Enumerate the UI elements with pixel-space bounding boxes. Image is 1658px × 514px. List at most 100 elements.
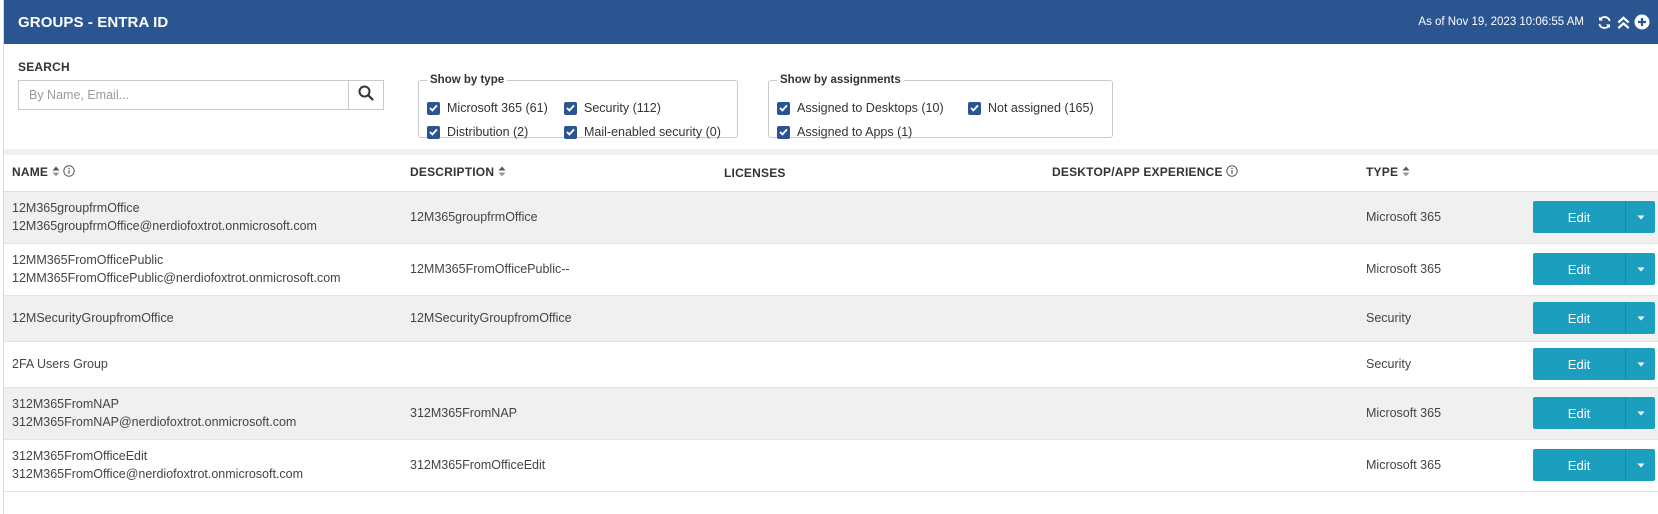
type-cell: Microsoft 365 [1358,387,1518,440]
actions-cell: Edit [1518,439,1658,492]
filter-bar: SEARCH Show by type Microsoft 365 (61) S… [4,44,1658,149]
table-row[interactable]: 12MSecurityGroupfromOffice 12MSecurityGr… [4,295,1658,342]
name-cell: 12M365groupfrmOffice 12M365groupfrmOffice… [4,191,402,244]
checkbox-checked-icon [564,125,577,139]
group-email: 312M365FromNAP@nerdiofoxtrot.onmicrosoft… [12,415,297,429]
edit-button[interactable]: Edit [1533,253,1625,285]
info-icon[interactable] [63,165,75,180]
description-cell: 312M365FromNAP [402,387,716,440]
column-header-name[interactable]: NAME [4,155,402,192]
group-email: 12M365groupfrmOffice@nerdiofoxtrot.onmic… [12,219,317,233]
group-email: 12MM365FromOfficePublic@nerdiofoxtrot.on… [12,271,341,285]
experience-cell [1044,295,1358,342]
edit-dropdown-toggle[interactable] [1625,449,1655,481]
filter-assigned-desktops-checkbox[interactable]: Assigned to Desktops (10) [777,101,944,115]
filter-mail-enabled-security-checkbox[interactable]: Mail-enabled security (0) [564,125,721,139]
show-by-assignments-legend: Show by assignments [780,74,901,86]
filter-assigned-apps-checkbox[interactable]: Assigned to Apps (1) [777,125,912,139]
edit-button[interactable]: Edit [1533,302,1625,334]
group-email: 312M365FromOffice@nerdiofoxtrot.onmicros… [12,467,304,481]
licenses-cell [716,387,1044,440]
refresh-icon[interactable] [1596,14,1612,30]
experience-cell [1044,191,1358,244]
sort-icon[interactable] [498,166,506,180]
edit-button[interactable]: Edit [1533,397,1625,429]
edit-dropdown-toggle[interactable] [1625,348,1655,380]
type-cell: Microsoft 365 [1358,439,1518,492]
search-button[interactable] [348,81,383,109]
filter-security-checkbox[interactable]: Security (112) [564,101,661,115]
name-cell: 12MSecurityGroupfromOffice [4,295,402,342]
checkbox-checked-icon [564,101,577,115]
table-row[interactable]: 12MM365FromOfficePublic 12MM365FromOffice… [4,243,1658,296]
description-cell: 312M365FromOfficeEdit [402,439,716,492]
table-row[interactable]: 312M365FromNAP 312M365FromNAP@nerdiofoxtr… [4,387,1658,440]
edit-dropdown-toggle[interactable] [1625,302,1655,334]
actions-cell: Edit [1518,191,1658,244]
licenses-cell [716,295,1044,342]
add-icon[interactable] [1634,14,1650,30]
table-row[interactable]: 12M365groupfrmOffice 12M365groupfrmOffice… [4,191,1658,244]
column-header-type[interactable]: TYPE [1358,155,1518,192]
show-by-assignments-group: Show by assignments Assigned to Desktops… [768,74,1113,139]
last-updated-timestamp: As of Nov 19, 2023 10:06:55 AM [1418,16,1584,28]
group-name: 12M365groupfrmOffice [12,201,140,215]
edit-button[interactable]: Edit [1533,348,1625,380]
description-cell: 12MSecurityGroupfromOffice [402,295,716,342]
show-by-type-group: Show by type Microsoft 365 (61) Security… [418,74,738,139]
edit-button-group: Edit [1533,449,1655,481]
filter-label: Assigned to Desktops (10) [797,101,944,115]
actions-cell: Edit [1518,341,1658,388]
caret-down-icon [1637,215,1644,219]
actions-cell: Edit [1518,243,1658,296]
filter-label: Assigned to Apps (1) [797,125,913,139]
table-row[interactable]: 312M365FromOfficeEdit 312M365FromOffice@n… [4,439,1658,492]
actions-cell: Edit [1518,387,1658,440]
edit-button[interactable]: Edit [1533,201,1625,233]
group-name: 2FA Users Group [12,357,108,371]
column-header-actions [1518,155,1658,192]
experience-cell [1044,387,1358,440]
description-cell: 12MM365FromOfficePublic-- [402,243,716,296]
type-cell: Security [1358,341,1518,388]
edit-dropdown-toggle[interactable] [1625,253,1655,285]
column-header-label: LICENSES [724,165,786,180]
description-cell: 12M365groupfrmOffice [402,191,716,244]
sort-icon[interactable] [52,166,60,180]
show-by-type-legend: Show by type [430,74,505,86]
type-cell: Security [1358,295,1518,342]
search-icon [358,85,374,106]
search-box [18,80,384,110]
edit-button[interactable]: Edit [1533,449,1625,481]
caret-down-icon [1637,411,1644,415]
group-name: 12MSecurityGroupfromOffice [12,311,174,325]
edit-dropdown-toggle[interactable] [1625,201,1655,233]
group-name: 12MM365FromOfficePublic [12,253,164,267]
edit-button-group: Edit [1533,348,1655,380]
name-cell: 12MM365FromOfficePublic 12MM365FromOffice… [4,243,402,296]
group-name: 312M365FromNAP [12,397,119,411]
edit-dropdown-toggle[interactable] [1625,397,1655,429]
filter-not-assigned-checkbox[interactable]: Not assigned (165) [968,101,1094,115]
licenses-cell [716,341,1044,388]
experience-cell [1044,439,1358,492]
column-header-description[interactable]: DESCRIPTION [402,155,716,192]
info-icon[interactable] [1225,165,1238,180]
filter-microsoft365-checkbox[interactable]: Microsoft 365 (61) [427,101,548,115]
table-row[interactable]: 2FA Users Group Security Edit [4,341,1658,388]
licenses-cell [716,243,1044,296]
group-name: 312M365FromOfficeEdit [12,449,148,463]
collapse-icon[interactable] [1615,14,1631,30]
licenses-cell [716,439,1044,492]
column-header-label: TYPE [1366,165,1399,180]
filter-label: Not assigned (165) [988,101,1094,115]
sort-icon[interactable] [1402,166,1410,180]
search-input[interactable] [19,81,348,109]
column-header-licenses: LICENSES [716,155,1044,192]
name-cell: 312M365FromNAP 312M365FromNAP@nerdiofoxtr… [4,387,402,440]
checkbox-checked-icon [777,101,790,115]
panel-header: GROUPS - ENTRA ID As of Nov 19, 2023 10:… [4,0,1658,44]
filter-distribution-checkbox[interactable]: Distribution (2) [427,125,528,139]
filter-label: Security (112) [584,101,661,115]
checkbox-checked-icon [427,101,440,115]
